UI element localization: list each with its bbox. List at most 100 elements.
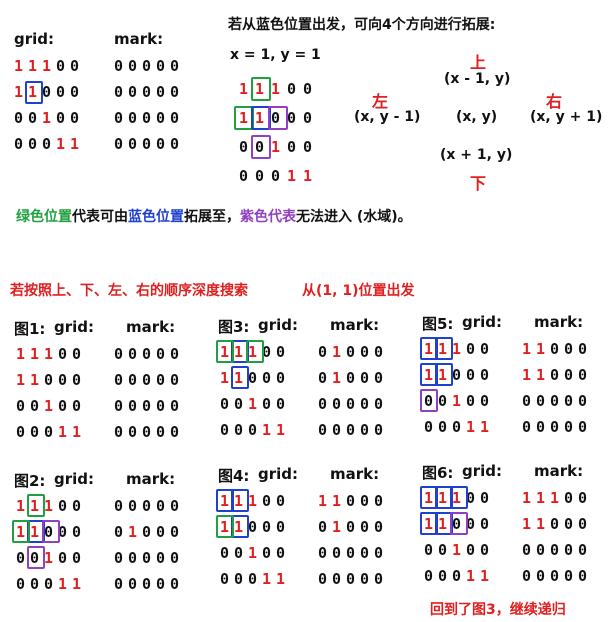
figure-grid-cell: 1 <box>247 395 259 413</box>
figure-mark-cell: 0 <box>155 423 167 441</box>
coord-right: (x, y + 1) <box>530 109 603 125</box>
figure-grid-cell: 0 <box>15 549 27 567</box>
order-start: 从(1, 1)位置出发 <box>302 283 415 299</box>
figure-mark-cell: 1 <box>521 489 533 507</box>
figure-title: 图5: <box>422 315 454 333</box>
diagram-cell: 0 <box>238 167 250 185</box>
figure-grid-cell: 0 <box>275 343 287 361</box>
figure-grid-cell: 1 <box>15 371 27 389</box>
figure-grid-cell: 0 <box>261 395 273 413</box>
figure-grid-cell: 0 <box>219 395 231 413</box>
figure-mark-row: 00000 <box>112 397 182 415</box>
figure-mark-cell: 0 <box>549 541 561 559</box>
figure-mark-cell: 0 <box>169 497 181 515</box>
figure-mark-cell: 0 <box>141 345 153 363</box>
figure-mark-cell: 0 <box>373 544 385 562</box>
top-mark-cell: 0 <box>169 83 181 101</box>
figure-mark-cell: 0 <box>359 544 371 562</box>
figure-grid-cell: 0 <box>275 395 287 413</box>
diagram-cell: 0 <box>270 167 282 185</box>
top-grid-cell: 1 <box>69 135 81 153</box>
top-grid-cell: 1 <box>41 57 53 75</box>
figure-grid-cell: 0 <box>275 518 287 536</box>
figure-title: 图2: <box>14 472 46 490</box>
figure-grid-row: 00011 <box>422 418 492 436</box>
diagram-row: 00011 <box>236 167 316 185</box>
figure-mark-cell: 0 <box>577 489 589 507</box>
figure-mark-cell: 0 <box>373 492 385 510</box>
blue-box <box>231 366 249 389</box>
top-mark-cell: 0 <box>113 135 125 153</box>
back-note: 回到了图3，继续递归 <box>430 602 566 618</box>
top-mark-cell: 0 <box>141 57 153 75</box>
figure-grid-cell: 1 <box>247 544 259 562</box>
top-mark-cell: 0 <box>113 109 125 127</box>
top-grid-label: grid: <box>14 30 55 48</box>
figure-grid-cell: 0 <box>479 366 491 384</box>
figure-grid-label: grid: <box>54 318 95 336</box>
figure-mark-cell: 1 <box>535 489 547 507</box>
figure-grid-cell: 0 <box>465 366 477 384</box>
figure-grid-cell: 1 <box>261 421 273 439</box>
figure-grid-cell: 0 <box>437 567 449 585</box>
figure-grid-cell: 0 <box>57 371 69 389</box>
figure-grid-cell: 1 <box>219 369 231 387</box>
figure-mark-row: 11000 <box>520 515 590 533</box>
figure-grid-cell: 0 <box>465 340 477 358</box>
purple-box <box>251 135 271 159</box>
figure-grid-cell: 1 <box>465 418 477 436</box>
figure-mark-cell: 0 <box>577 418 589 436</box>
coord-left: (x, y - 1) <box>354 109 421 125</box>
figure-mark-cell: 0 <box>113 497 125 515</box>
figure-mark-cell: 0 <box>169 575 181 593</box>
figure-mark-row: 01000 <box>316 518 386 536</box>
figure-grid-cell: 0 <box>479 340 491 358</box>
figure-mark-cell: 0 <box>141 423 153 441</box>
legend-text-1: 代表可由 <box>72 209 128 225</box>
figure-mark-cell: 0 <box>577 567 589 585</box>
top-mark-row: 00000 <box>112 109 182 127</box>
figure-mark-cell: 1 <box>535 366 547 384</box>
figure-mark-cell: 0 <box>113 523 125 541</box>
figure-grid-cell: 0 <box>219 421 231 439</box>
figure-grid-cell: 0 <box>247 421 259 439</box>
figure-grid-cell: 0 <box>233 395 245 413</box>
figure-grid-cell: 1 <box>71 423 83 441</box>
figure-mark-cell: 0 <box>317 369 329 387</box>
figure-mark-cell: 0 <box>127 423 139 441</box>
top-mark-row: 00000 <box>112 57 182 75</box>
figure-grid-cell: 0 <box>43 575 55 593</box>
figure-grid-cell: 1 <box>275 421 287 439</box>
figure-grid-cell: 0 <box>465 392 477 410</box>
figure-grid-row: 11000 <box>218 369 288 387</box>
figure-mark-label: mark: <box>126 470 176 488</box>
figure-mark-cell: 0 <box>345 492 357 510</box>
top-mark-cell: 0 <box>155 83 167 101</box>
figure-mark-cell: 0 <box>331 421 343 439</box>
figure-mark-cell: 0 <box>155 549 167 567</box>
figure-mark-cell: 0 <box>155 397 167 415</box>
top-mark-cell: 0 <box>169 135 181 153</box>
intro-title: 若从蓝色位置出发，可向4个方向进行拓展: <box>228 17 496 33</box>
figure-mark-cell: 0 <box>577 515 589 533</box>
figure-mark-row: 00000 <box>520 392 590 410</box>
diagram-cell: 1 <box>286 167 298 185</box>
figure-grid-cell: 1 <box>275 570 287 588</box>
figure-grid-cell: 0 <box>275 544 287 562</box>
figure-mark-cell: 0 <box>345 395 357 413</box>
figure-grid-row: 00100 <box>422 541 492 559</box>
figure-grid-cell: 0 <box>423 567 435 585</box>
figure-grid-cell: 0 <box>29 423 41 441</box>
figure-mark-cell: 1 <box>331 492 343 510</box>
figure-grid-row: 00100 <box>218 395 288 413</box>
dir-up: 上 <box>470 53 487 72</box>
figure-mark-cell: 0 <box>317 343 329 361</box>
figure-grid-cell: 0 <box>71 397 83 415</box>
blue-box <box>25 81 43 104</box>
figure-grid-cell: 0 <box>15 423 27 441</box>
figure-mark-cell: 0 <box>521 392 533 410</box>
figure-grid-cell: 1 <box>15 345 27 363</box>
figure-mark-cell: 1 <box>331 369 343 387</box>
purple-box <box>42 520 60 543</box>
figure-mark-cell: 0 <box>141 371 153 389</box>
